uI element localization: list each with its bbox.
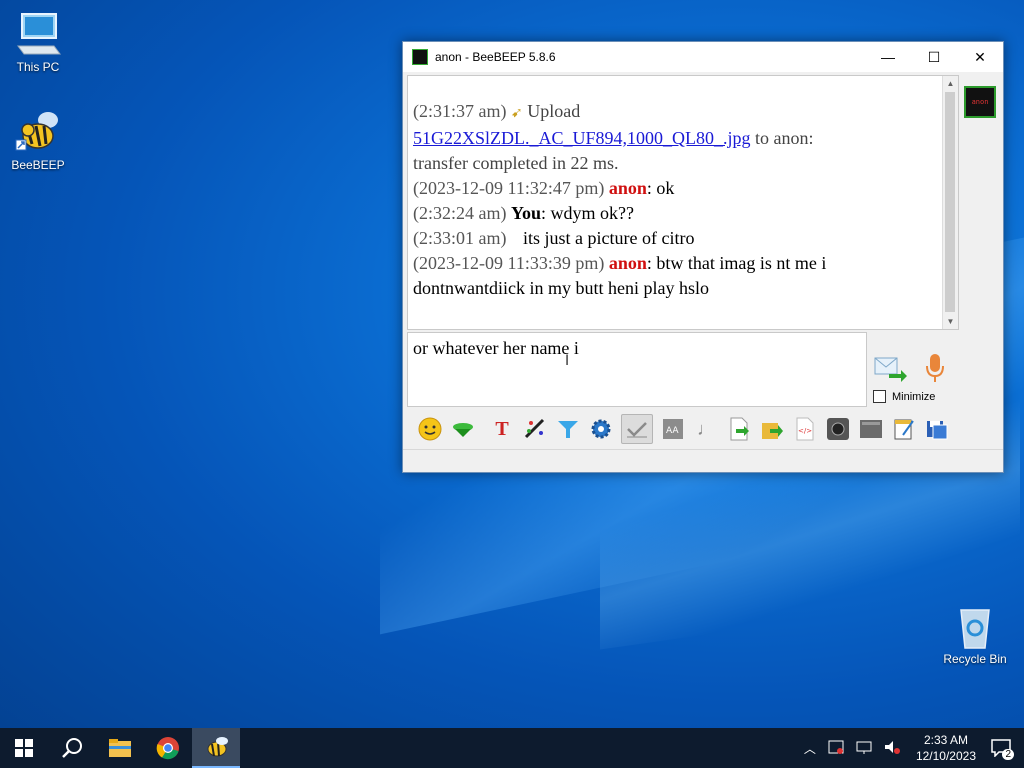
microphone-icon [926, 354, 944, 382]
message-input-text: or whatever her name i [413, 338, 579, 358]
uploaded-file-link[interactable]: 51G22XSlZDL._AC_UF894,1000_QL80_.jpg [413, 128, 751, 148]
file-explorer-icon[interactable] [96, 728, 144, 768]
security-icon[interactable] [828, 740, 844, 757]
chat-line-upload: (2:31:37 am) ➹ Upload 51G22XSlZDL._AC_UF… [413, 99, 933, 176]
message-timestamp: (2:31:37 am) [413, 101, 507, 121]
clock-time: 2:33 AM [923, 733, 968, 747]
desktop-icon-label: BeeBEEP [11, 158, 65, 172]
spell-check-icon[interactable] [621, 414, 653, 444]
minimize-checkbox-label: Minimize [892, 390, 936, 403]
font-icon[interactable]: T [489, 416, 515, 442]
message-text: : ok [646, 178, 675, 198]
send-icon [874, 357, 907, 382]
message-sender: anon [608, 178, 647, 198]
chat-history[interactable]: (2:31:37 am) ➹ Upload 51G22XSlZDL._AC_UF… [407, 75, 959, 330]
message-text: its just a picture of citro [522, 228, 695, 248]
media-icon[interactable] [858, 416, 884, 442]
send-file-icon[interactable] [726, 416, 752, 442]
user-avatar[interactable]: anon [964, 86, 996, 118]
desktop-icon-label: Recycle Bin [943, 652, 1007, 666]
notification-count: 2 [1002, 749, 1014, 760]
font-size-icon[interactable]: AA [660, 416, 686, 442]
svg-text:AA: AA [666, 426, 679, 436]
taskbar-clock[interactable]: 2:33 AM 12/10/2023 [916, 732, 976, 764]
notes-icon[interactable] [891, 416, 917, 442]
message-timestamp: (2:32:24 am) [413, 203, 507, 223]
network-icon[interactable] [856, 740, 872, 757]
window-title: anon - BeeBEEP 5.8.6 [435, 50, 556, 64]
scroll-down-icon[interactable]: ▼ [943, 314, 958, 329]
volume-icon[interactable] [884, 740, 900, 757]
voice-message-button[interactable] [923, 352, 947, 384]
emoticons-icon[interactable] [417, 416, 443, 442]
save-chat-icon[interactable] [450, 416, 476, 442]
html-icon[interactable]: </> [792, 416, 818, 442]
desktop-icon-recycle-bin[interactable]: Recycle Bin [937, 602, 1013, 666]
filter-icon[interactable] [555, 416, 581, 442]
notification-center-button[interactable]: 2 [986, 733, 1016, 763]
minimize-checkbox[interactable]: Minimize [873, 390, 935, 403]
scroll-thumb[interactable] [945, 92, 955, 312]
chat-message: (2023-12-09 11:33:39 pm) anon: btw that … [413, 251, 933, 301]
bee-icon [14, 108, 62, 156]
message-timestamp: (2:33:01 am) [413, 228, 507, 248]
chat-scrollbar[interactable]: ▲ ▼ [942, 76, 958, 329]
taskbar: ︿ 2:33 AM 12/10/2023 2 [0, 728, 1024, 768]
close-button[interactable]: ✕ [957, 42, 1003, 72]
upload-target: to anon: [755, 128, 814, 148]
chat-window: anon - BeeBEEP 5.8.6 — ☐ ✕ (2:31:37 am) … [402, 41, 1004, 473]
settings-icon[interactable] [588, 416, 614, 442]
send-button[interactable] [873, 354, 907, 384]
chat-message: (2:32:24 am) You: wdym ok?? [413, 201, 933, 226]
minimize-button[interactable]: — [865, 42, 911, 72]
clock-date: 12/10/2023 [915, 749, 976, 763]
start-icon[interactable] [0, 728, 48, 768]
desktop-icon-beebeep[interactable]: BeeBEEP [0, 108, 76, 172]
upload-label: Upload [527, 101, 581, 121]
sound-icon[interactable]: ♩ [693, 416, 719, 442]
title-bar[interactable]: anon - BeeBEEP 5.8.6 — ☐ ✕ [403, 42, 1003, 72]
save-icon[interactable] [924, 416, 950, 442]
send-folder-icon[interactable] [759, 416, 785, 442]
beebeep-icon[interactable] [192, 728, 240, 768]
recycle-bin-icon [951, 602, 999, 650]
message-sender: anon [608, 253, 647, 273]
upload-icon: ➹ [510, 106, 523, 121]
chat-message: (2023-12-09 11:32:47 pm) anon: ok [413, 176, 933, 201]
desktop-icon-label: This PC [16, 60, 60, 74]
maximize-button[interactable]: ☐ [911, 42, 957, 72]
system-tray: ︿ 2:33 AM 12/10/2023 2 [798, 728, 1024, 768]
chat-message: (2:33:01 am) its just a picture of citro [413, 226, 933, 251]
chrome-icon[interactable] [144, 728, 192, 768]
screenshot-icon[interactable] [825, 416, 851, 442]
search-icon[interactable] [48, 728, 96, 768]
desktop-icon-this-pc[interactable]: This PC [0, 10, 76, 74]
message-text: : wdym ok?? [541, 203, 634, 223]
svg-text:</>: </> [798, 427, 812, 435]
message-timestamp: (2023-12-09 11:32:47 pm) [413, 178, 605, 198]
chat-toolbar: T AA ♩ </> [407, 412, 999, 446]
scroll-up-icon[interactable]: ▲ [943, 76, 958, 91]
message-sender: You [510, 203, 541, 223]
checkbox-box[interactable] [873, 390, 886, 403]
app-icon [412, 49, 428, 65]
message-timestamp: (2023-12-09 11:33:39 pm) [413, 253, 605, 273]
text-cursor-icon: I [565, 353, 570, 369]
computer-icon [14, 10, 62, 58]
upload-status: transfer completed in 22 ms. [413, 153, 619, 173]
message-input[interactable]: or whatever her name i I [407, 332, 867, 407]
status-bar [403, 449, 1003, 472]
chevron-up-icon[interactable]: ︿ [804, 740, 816, 757]
color-icon[interactable] [522, 416, 548, 442]
